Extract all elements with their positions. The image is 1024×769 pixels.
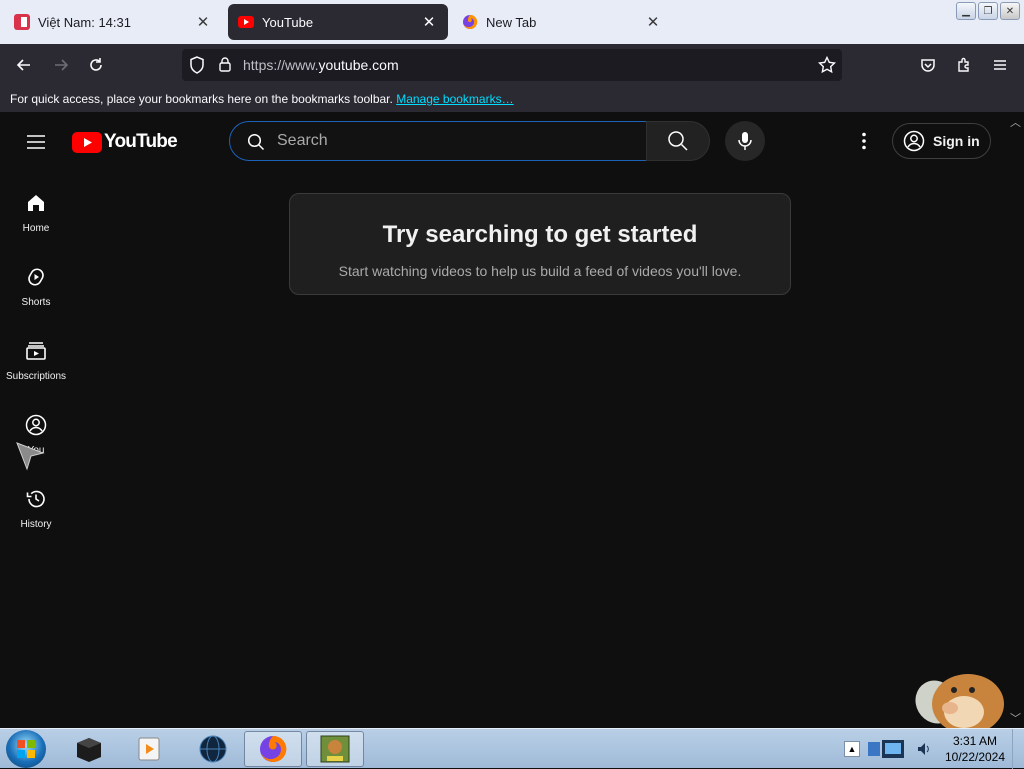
taskbar-firefox[interactable]: [244, 731, 302, 767]
menu-button[interactable]: [987, 52, 1013, 78]
guide-item-label: Shorts: [21, 297, 51, 308]
tab-title: New Tab: [486, 14, 537, 30]
taskbar-clock[interactable]: 3:31 AM 10/22/2024: [940, 733, 1010, 765]
guide-item-history[interactable]: History: [0, 474, 72, 548]
prompt-title: Try searching to get started: [382, 221, 698, 248]
taskbar-media-player[interactable]: [120, 731, 178, 767]
tab-youtube[interactable]: YouTube ✕: [228, 4, 448, 40]
close-tab-icon[interactable]: ✕: [644, 13, 662, 31]
shorts-icon: [28, 268, 44, 286]
youtube-icon: [238, 14, 254, 30]
close-window-button[interactable]: ✕: [1000, 2, 1020, 20]
hamster-sticker: [915, 674, 1004, 730]
shield-icon[interactable]: [189, 56, 205, 74]
guide-item-home[interactable]: Home: [0, 178, 72, 252]
bookmarks-message: For quick access, place your bookmarks h…: [10, 92, 393, 106]
tab-calendar[interactable]: Việt Nam: 14:31 ✕: [4, 4, 222, 40]
url-bar[interactable]: https://www.youtube.com: [182, 49, 842, 81]
show-desktop-button[interactable]: [1012, 729, 1024, 769]
game-box-icon: [320, 735, 350, 763]
youtube-play-icon: [72, 131, 102, 153]
pocket-icon: [921, 59, 935, 72]
home-icon: [28, 195, 44, 211]
hamburger-icon: [27, 135, 45, 149]
more-vert-icon: [862, 132, 866, 150]
close-tab-icon[interactable]: ✕: [420, 13, 438, 31]
sign-in-button[interactable]: Sign in: [892, 123, 991, 159]
search-box[interactable]: [229, 121, 647, 161]
guide-item-subscriptions[interactable]: Subscriptions: [0, 326, 72, 400]
history-icon: [26, 490, 45, 508]
tab-title: Việt Nam: 14:31: [38, 14, 131, 30]
start-button[interactable]: [6, 730, 46, 768]
youtube-logo[interactable]: YouTube: [72, 130, 178, 154]
taskbar-black-box-app[interactable]: [60, 731, 118, 767]
clock-date: 10/22/2024: [944, 750, 1006, 764]
url-text[interactable]: https://www.youtube.com: [243, 57, 399, 73]
nav-toolbar: https://www.youtube.com: [0, 44, 1024, 86]
firefox-icon: [462, 14, 478, 30]
guide-item-label: Home: [22, 223, 50, 234]
you-icon: [25, 414, 47, 436]
globe-icon: [199, 735, 227, 763]
guide-item-label: History: [20, 519, 52, 530]
hamburger-icon: [994, 60, 1006, 70]
forward-button[interactable]: [48, 52, 74, 78]
reload-icon: [90, 58, 102, 71]
volume-icon[interactable]: [916, 741, 932, 757]
guide-menu-button[interactable]: [24, 130, 48, 154]
sign-in-label: Sign in: [933, 133, 980, 149]
search-icon: [247, 133, 265, 151]
empty-feed-card: Try searching to get started Start watch…: [289, 193, 791, 295]
settings-kebab-button[interactable]: [852, 129, 876, 153]
extensions-button[interactable]: [951, 52, 977, 78]
tab-new-tab[interactable]: New Tab ✕: [452, 4, 672, 40]
network-monitor-icon[interactable]: [866, 736, 910, 762]
firefox-icon: [260, 735, 287, 762]
prompt-subtitle: Start watching videos to help us build a…: [338, 263, 742, 279]
subscriptions-icon: [26, 342, 46, 360]
search-button[interactable]: [646, 121, 710, 161]
scroll-up-arrow[interactable]: ︿: [1010, 114, 1021, 130]
pocket-button[interactable]: [915, 52, 941, 78]
bookmarks-toolbar: For quick access, place your bookmarks h…: [0, 86, 1024, 112]
voice-search-button[interactable]: [725, 121, 765, 161]
microphone-icon: [738, 132, 752, 150]
window-controls: ▁ ❐ ✕: [956, 2, 1020, 20]
media-player-icon: [138, 737, 160, 761]
logo-text: YouTube: [104, 131, 178, 152]
reload-button[interactable]: [83, 52, 109, 78]
bookmark-star-icon[interactable]: [818, 56, 836, 74]
back-arrow-icon: [16, 59, 30, 71]
tab-title: YouTube: [262, 14, 314, 30]
minimize-button[interactable]: ▁: [956, 2, 976, 20]
show-hidden-icons-button[interactable]: ▲: [844, 741, 860, 757]
calendar-icon: [14, 14, 30, 30]
system-tray: ▲: [840, 729, 940, 769]
guide-item-shorts[interactable]: Shorts: [0, 252, 72, 326]
mouse-cursor-icon: [16, 442, 45, 471]
search-input[interactable]: [277, 132, 617, 150]
tab-strip: Việt Nam: 14:31 ✕ YouTube ✕ New Tab ✕ ▁ …: [0, 0, 1024, 44]
back-button[interactable]: [11, 52, 37, 78]
close-tab-icon[interactable]: ✕: [194, 13, 212, 31]
search-icon: [668, 131, 688, 151]
clock-time: 3:31 AM: [952, 734, 998, 748]
scroll-down-arrow[interactable]: ﹀: [1010, 710, 1021, 726]
youtube-page: YouTube Sign in Home Shorts Subscription…: [0, 112, 1024, 728]
restore-button[interactable]: ❐: [978, 2, 998, 20]
windows-logo-icon: [17, 740, 35, 758]
guide-item-label: Subscriptions: [5, 371, 67, 382]
account-circle-icon: [903, 130, 925, 152]
taskbar-globe-app[interactable]: [184, 731, 242, 767]
black-box-icon: [77, 738, 101, 762]
manage-bookmarks-link[interactable]: Manage bookmarks…: [396, 92, 513, 106]
lock-icon[interactable]: [218, 56, 232, 72]
puzzle-icon: [958, 57, 969, 72]
windows-taskbar: ▲ 3:31 AM 10/22/2024: [0, 728, 1024, 769]
taskbar-game-box-app[interactable]: [306, 731, 364, 767]
forward-arrow-icon: [55, 59, 69, 71]
